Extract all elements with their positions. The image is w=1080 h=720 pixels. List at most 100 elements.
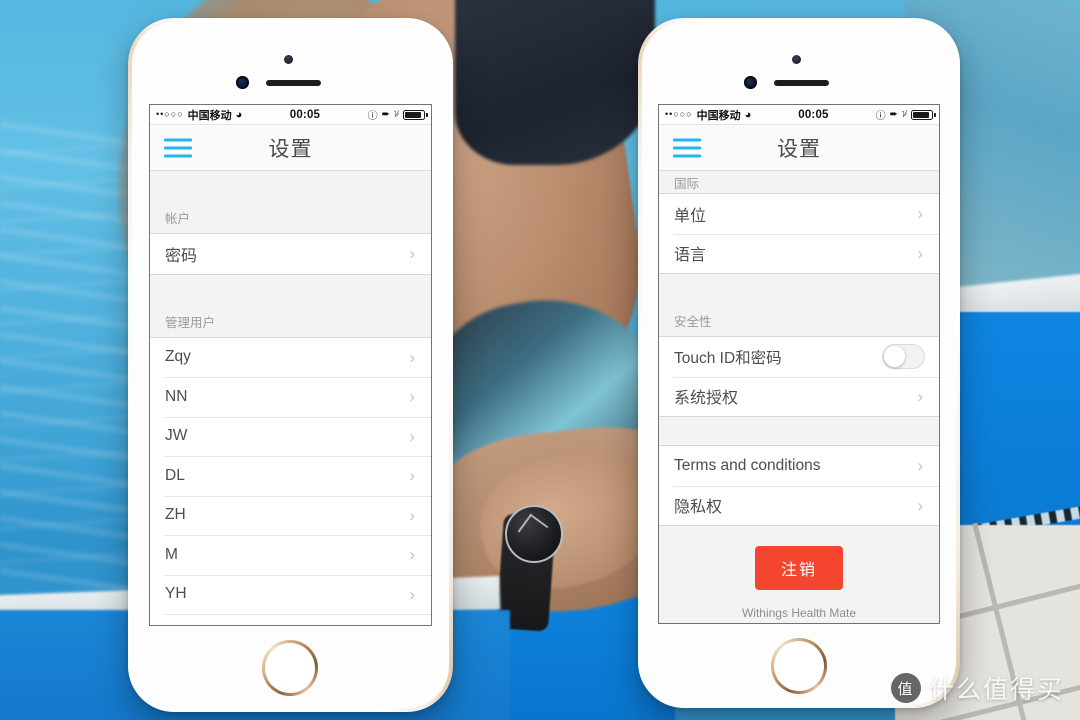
earpiece-speaker: [774, 80, 829, 86]
iphone-right-screen: ••○○○ 中国移动 ◕ 00:05 ⓘ ➨ ᜡ 设置 国际 单位 › 语言 ›…: [659, 105, 939, 623]
row-label: 密码: [165, 247, 198, 265]
row-label: NN: [165, 387, 188, 405]
logout-button[interactable]: 注销: [754, 546, 843, 590]
section-security: Touch ID和密码 系统授权 ›: [659, 336, 939, 417]
row-user-m[interactable]: M ›: [150, 535, 431, 575]
signal-strength-icon: ••○○○: [665, 109, 693, 119]
chevron-right-icon: ›: [917, 495, 923, 515]
row-password[interactable]: 密码 ›: [150, 234, 431, 274]
wifi-icon: ◕: [744, 108, 752, 121]
location-arrow-icon: ➨: [381, 109, 390, 120]
page-title: 设置: [777, 137, 821, 161]
row-privacy[interactable]: 隐私权 ›: [659, 485, 939, 525]
bluetooth-icon: ᜡ: [393, 109, 399, 120]
section-header-security: 安全性: [659, 302, 939, 336]
bluetooth-icon: ᜡ: [901, 109, 907, 120]
status-bar-right: ⓘ ➨ ᜡ: [875, 107, 936, 122]
row-user-nn[interactable]: NN ›: [150, 377, 431, 417]
chevron-right-icon: ›: [917, 386, 923, 406]
front-camera-icon: [792, 55, 801, 64]
row-label: Touch ID和密码: [674, 349, 782, 367]
section-header-account: 帐户: [150, 199, 431, 233]
wifi-icon: ◕: [235, 108, 243, 121]
row-system-authorization[interactable]: 系统授权 ›: [659, 376, 939, 416]
row-user-yh[interactable]: YH ›: [150, 574, 431, 614]
proximity-sensor-icon: [744, 76, 757, 89]
section-gap: [659, 417, 939, 445]
row-touch-id-passcode[interactable]: Touch ID和密码: [659, 337, 939, 377]
row-user-dl[interactable]: DL ›: [150, 456, 431, 496]
chevron-right-icon: ›: [409, 426, 415, 446]
app-name-label: Withings Health Mate: [741, 606, 857, 620]
settings-list-left: 帐户 密码 › 管理用户 Zqy › NN › JW › DL › ZH › M…: [150, 171, 431, 625]
row-units[interactable]: 单位 ›: [659, 194, 939, 234]
watermark: 值 什么值得买: [890, 670, 1064, 706]
hamburger-menu-icon[interactable]: [164, 138, 192, 157]
iphone-right: ••○○○ 中国移动 ◕ 00:05 ⓘ ➨ ᜡ 设置 国际 单位 › 语言 ›…: [638, 18, 960, 708]
chevron-right-icon: ›: [409, 505, 415, 525]
clock-label: 00:05: [798, 108, 829, 121]
row-user-jw[interactable]: JW ›: [150, 416, 431, 456]
row-label: M: [165, 545, 178, 563]
navigation-bar: 设置: [150, 125, 431, 171]
location-arrow-icon: ➨: [889, 109, 898, 120]
chevron-right-icon: ›: [409, 347, 415, 367]
section-legal: Terms and conditions › 隐私权 ›: [659, 445, 939, 526]
status-bar-left: ••○○○ 中国移动 ◕: [665, 107, 751, 123]
status-bar: ••○○○ 中国移动 ◕ 00:05 ⓘ ➨ ᜡ: [659, 105, 939, 125]
chevron-right-icon: ›: [409, 584, 415, 604]
earpiece-speaker: [266, 80, 321, 86]
navigation-bar: 设置: [659, 125, 939, 171]
section-gap: [659, 274, 939, 302]
chevron-right-icon: ›: [409, 545, 415, 565]
row-language[interactable]: 语言 ›: [659, 233, 939, 273]
row-user-zh[interactable]: ZH ›: [150, 495, 431, 535]
front-camera-icon: [284, 55, 293, 64]
watermark-text: 什么值得买: [928, 676, 1064, 704]
section-account: 密码 ›: [150, 233, 431, 275]
status-bar: ••○○○ 中国移动 ◕ 00:05 ⓘ ➨ ᜡ: [150, 105, 431, 125]
home-button[interactable]: [771, 638, 827, 694]
row-label: Zqy: [165, 348, 191, 366]
chevron-right-icon: ›: [409, 387, 415, 407]
alarm-icon: ⓘ: [875, 111, 886, 122]
carrier-label: 中国移动: [187, 109, 232, 122]
row-label: Terms and conditions: [674, 456, 821, 474]
section-international: 单位 › 语言 ›: [659, 193, 939, 274]
list-top-spacer: [150, 171, 431, 199]
alarm-icon: ⓘ: [367, 111, 378, 122]
iphone-left-screen: ••○○○ 中国移动 ◕ 00:05 ⓘ ➨ ᜡ 设置 帐户 密码 › 管理用户…: [150, 105, 431, 625]
section-header-manage-users: 管理用户: [150, 302, 431, 337]
iphone-left: ••○○○ 中国移动 ◕ 00:05 ⓘ ➨ ᜡ 设置 帐户 密码 › 管理用户…: [128, 18, 453, 712]
watermark-badge-icon: 值: [890, 673, 921, 703]
section-gap: [150, 274, 431, 303]
battery-icon: [403, 109, 428, 120]
chevron-right-icon: ›: [917, 204, 923, 224]
proximity-sensor-icon: [236, 76, 249, 89]
row-terms-and-conditions[interactable]: Terms and conditions ›: [659, 446, 939, 486]
row-label: 隐私权: [674, 499, 723, 517]
chevron-right-icon: ›: [409, 466, 415, 486]
screenshot-canvas: ••○○○ 中国移动 ◕ 00:05 ⓘ ➨ ᜡ 设置 帐户 密码 › 管理用户…: [0, 0, 1080, 720]
logout-area: 注销 Withings Health Mate 2.18.2 (Feb 16 2…: [659, 526, 939, 623]
status-bar-left: ••○○○ 中国移动 ◕: [156, 107, 242, 123]
section-header-international: 国际: [659, 171, 939, 193]
row-user-cw[interactable]: CW ›: [150, 614, 431, 625]
row-label: YH: [165, 585, 187, 603]
chevron-right-icon: ›: [917, 243, 923, 263]
row-user-zqy[interactable]: Zqy ›: [150, 337, 431, 377]
battery-icon: [911, 109, 936, 120]
carrier-label: 中国移动: [696, 109, 741, 122]
chevron-right-icon: ›: [409, 244, 415, 264]
section-manage-users: Zqy › NN › JW › DL › ZH › M › YH ›: [150, 336, 431, 625]
hamburger-menu-icon[interactable]: [673, 138, 701, 157]
touch-id-toggle[interactable]: [882, 344, 925, 370]
row-label: DL: [165, 466, 185, 484]
row-label: 单位: [674, 207, 707, 225]
row-label: 系统授权: [674, 390, 739, 408]
status-bar-right: ⓘ ➨ ᜡ: [367, 107, 428, 122]
settings-list-right: 国际 单位 › 语言 › 安全性 Touch ID和密码 系统授权 › Term…: [659, 171, 939, 623]
home-button[interactable]: [262, 640, 318, 696]
row-label: 语言: [674, 247, 707, 265]
clock-label: 00:05: [289, 108, 321, 121]
